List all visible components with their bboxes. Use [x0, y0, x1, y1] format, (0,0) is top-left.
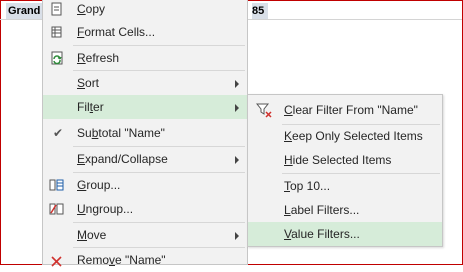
menu-item-label: Value Filters... [284, 227, 360, 241]
copy-icon [51, 2, 62, 16]
menu-item-label: Remove "Name" [77, 253, 166, 267]
menu-item-ungroup[interactable]: Ungroup... [43, 197, 247, 221]
menu-item-label: Move [77, 228, 107, 242]
chevron-right-icon [235, 80, 239, 88]
grand-total-value[interactable]: 85 [252, 3, 269, 19]
group-icon [49, 179, 64, 191]
submenu-item-hide-selected[interactable]: Hide Selected Items [248, 148, 442, 172]
filter-submenu: Clear Filter From "Name" Keep Only Selec… [247, 94, 443, 247]
menu-item-move[interactable]: Move [43, 223, 247, 247]
menu-item-refresh[interactable]: Refresh [43, 46, 247, 70]
menu-item-label: Subtotal "Name" [77, 126, 165, 140]
context-menu: Copy Format Cells... Refresh Sort Filter… [42, 0, 248, 267]
format-cells-icon [51, 26, 62, 38]
chevron-right-icon [235, 104, 239, 112]
ungroup-icon [49, 203, 64, 215]
menu-item-label: Hide Selected Items [284, 153, 392, 167]
grand-total-label: Grand T [6, 3, 46, 19]
submenu-item-top-10[interactable]: Top 10... [248, 174, 442, 198]
menu-item-filter[interactable]: Filter [43, 95, 247, 119]
submenu-item-clear-filter[interactable]: Clear Filter From "Name" [248, 98, 442, 122]
refresh-icon [51, 51, 63, 65]
menu-item-label: Refresh [77, 51, 120, 65]
menu-item-sort[interactable]: Sort [43, 71, 247, 95]
menu-item-group[interactable]: Group... [43, 173, 247, 197]
remove-icon [51, 256, 62, 267]
menu-item-label: Expand/Collapse [77, 152, 168, 166]
menu-item-copy[interactable]: Copy [43, 0, 247, 21]
menu-item-remove[interactable]: Remove "Name" [43, 248, 247, 272]
menu-item-label: Keep Only Selected Items [284, 129, 423, 143]
menu-item-label: Format Cells... [77, 25, 156, 39]
menu-item-label: Group... [77, 178, 121, 192]
menu-item-label: Copy [77, 2, 106, 16]
menu-item-label: Clear Filter From "Name" [284, 103, 418, 117]
menu-item-expand-collapse[interactable]: Expand/Collapse [43, 147, 247, 171]
menu-item-label: Sort [77, 76, 100, 90]
submenu-item-label-filters[interactable]: Label Filters... [248, 198, 442, 222]
menu-item-label: Label Filters... [284, 203, 360, 217]
submenu-item-value-filters[interactable]: Value Filters... [248, 222, 442, 246]
menu-item-label: Filter [77, 100, 104, 114]
menu-item-label: Ungroup... [77, 202, 134, 216]
chevron-right-icon [235, 156, 239, 164]
menu-item-format-cells[interactable]: Format Cells... [43, 20, 247, 44]
clear-filter-icon [256, 103, 272, 118]
menu-item-subtotal[interactable]: ✔ Subtotal "Name" [43, 121, 247, 145]
menu-item-label: Top 10... [284, 179, 331, 193]
submenu-item-keep-only-selected[interactable]: Keep Only Selected Items [248, 124, 442, 148]
chevron-right-icon [235, 232, 239, 240]
checkmark-icon: ✔ [53, 126, 64, 140]
